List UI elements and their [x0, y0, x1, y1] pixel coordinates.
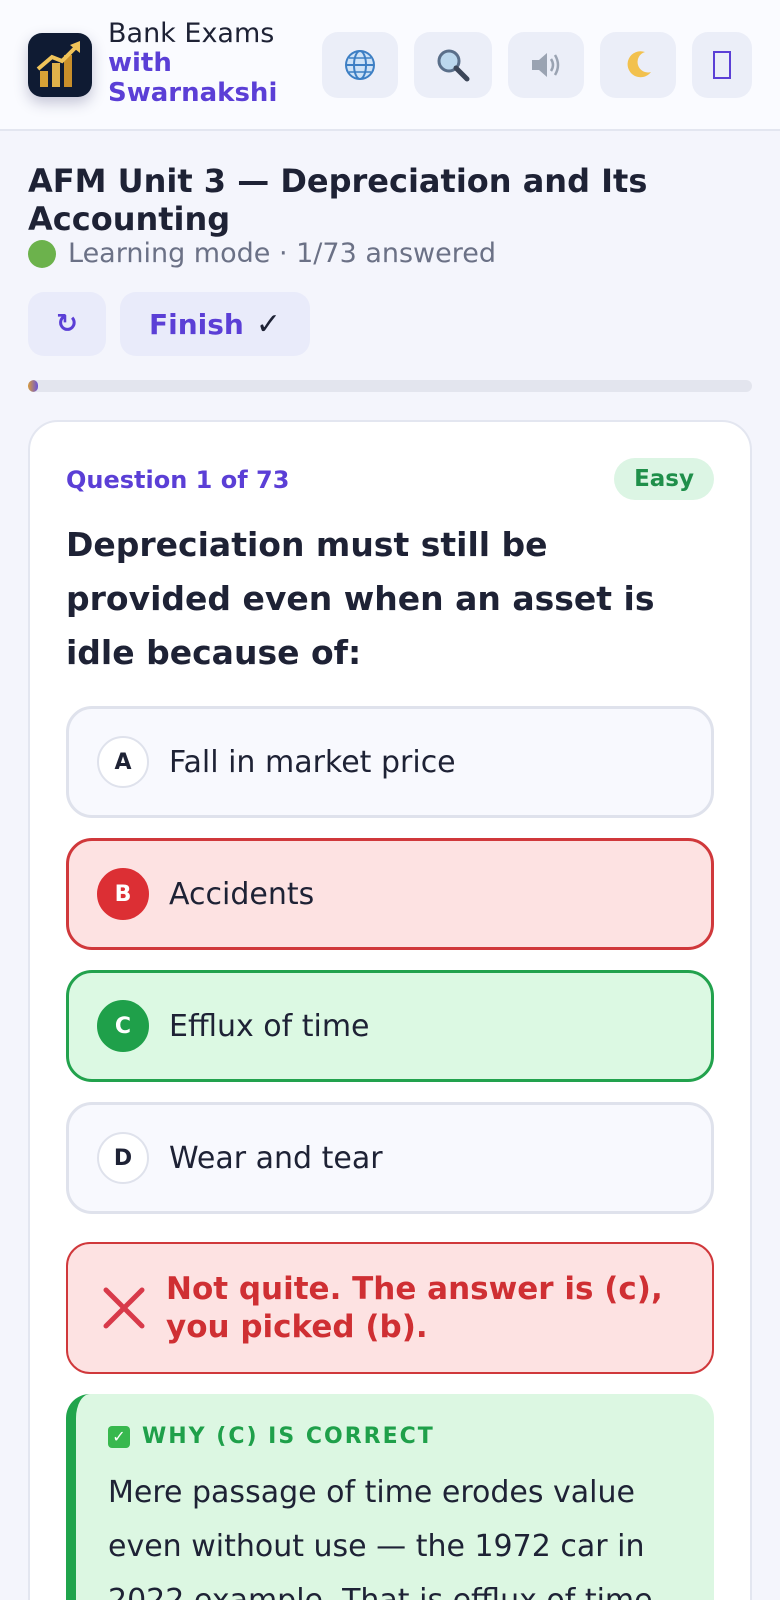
- moon-icon: [627, 51, 651, 78]
- explanation-heading-text: WHY (C) IS CORRECT: [142, 1424, 435, 1449]
- mode-status-text: Learning mode · 1/73 answered: [68, 238, 497, 269]
- status-dot-icon: [28, 239, 56, 268]
- language-button[interactable]: [322, 32, 398, 98]
- explanation-heading: ✓ WHY (C) IS CORRECT: [108, 1424, 435, 1449]
- option-text: Wear and tear: [169, 1140, 383, 1176]
- option-d[interactable]: D Wear and tear: [66, 1102, 714, 1214]
- cross-icon: [103, 1287, 145, 1329]
- brand-subtitle: with Swarnakshi: [108, 48, 278, 108]
- option-a[interactable]: A Fall in market price: [66, 706, 714, 818]
- difficulty-badge: Easy: [614, 458, 714, 500]
- top-bar: Bank Exams with Swarnakshi: [0, 0, 780, 131]
- menu-icon: [713, 51, 731, 79]
- progress-bar-fill: [28, 380, 38, 392]
- option-b[interactable]: B Accidents: [66, 838, 714, 950]
- option-c[interactable]: C Efflux of time: [66, 970, 714, 1082]
- sound-button[interactable]: [508, 32, 584, 98]
- progress-bar: [28, 380, 752, 392]
- globe-icon: [345, 50, 375, 80]
- finish-label: Finish: [149, 307, 244, 341]
- explanation-text: Mere passage of time erodes value even w…: [108, 1475, 662, 1600]
- option-text: Fall in market price: [169, 744, 456, 780]
- option-letter: D: [97, 1132, 149, 1184]
- mode-status: Learning mode · 1/73 answered: [28, 238, 496, 269]
- brand-title: Bank Exams: [108, 18, 275, 49]
- option-text: Accidents: [169, 876, 315, 912]
- question-counter: Question 1 of 73: [66, 466, 290, 494]
- speaker-icon: [532, 53, 560, 77]
- option-letter: B: [97, 868, 149, 920]
- quiz-title: AFM Unit 3 — Depreciation and Its Accoun…: [28, 162, 648, 238]
- finish-button[interactable]: Finish ✓: [120, 292, 310, 356]
- dark-mode-button[interactable]: [600, 32, 676, 98]
- feedback-message: Not quite. The answer is (c), you picked…: [166, 1271, 663, 1345]
- search-icon: [437, 49, 470, 82]
- feedback-banner: Not quite. The answer is (c), you picked…: [66, 1242, 714, 1374]
- menu-button[interactable]: [692, 32, 752, 98]
- app-logo[interactable]: [28, 33, 92, 97]
- search-button[interactable]: [414, 32, 492, 98]
- explanation-panel: ✓ WHY (C) IS CORRECT Mere passage of tim…: [66, 1394, 714, 1600]
- checkbox-icon: ✓: [108, 1425, 130, 1448]
- restart-icon: ↻: [56, 309, 78, 339]
- question-text: Depreciation must still be provided even…: [66, 525, 655, 672]
- option-text: Efflux of time: [169, 1008, 370, 1044]
- checkmark-icon: ✓: [255, 306, 281, 342]
- option-letter: C: [97, 1000, 149, 1052]
- question-card: Question 1 of 73 Easy Depreciation must …: [28, 420, 752, 1600]
- option-letter: A: [97, 736, 149, 788]
- restart-button[interactable]: ↻: [28, 292, 106, 356]
